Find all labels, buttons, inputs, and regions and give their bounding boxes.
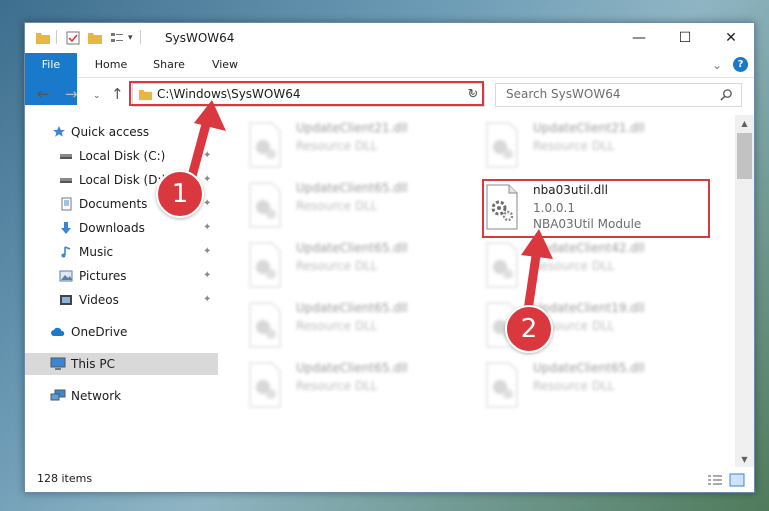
sidebar-item-label: Music [79, 245, 114, 259]
file-name: UpdateClient65.dll [533, 361, 645, 375]
file-name: UpdateClient21.dll [296, 121, 408, 135]
scroll-up-arrow-icon[interactable]: ▲ [735, 119, 754, 128]
tab-view[interactable]: View [201, 53, 249, 77]
vertical-scrollbar[interactable]: ▲ ▼ [735, 115, 754, 467]
details-view-icon[interactable] [707, 473, 723, 487]
sidebar-item-label: Network [71, 389, 122, 403]
file-description: Resource DLL [296, 199, 378, 213]
ribbon-tabs: File Home Share View ⌄ ? [25, 53, 754, 105]
documents-icon [61, 197, 72, 211]
music-icon [61, 246, 71, 258]
close-button[interactable]: ✕ [708, 23, 754, 53]
back-arrow-icon[interactable]: ← [37, 86, 50, 102]
ribbon-collapse-chevron-icon[interactable]: ⌄ [709, 53, 725, 77]
drive-icon [60, 178, 72, 183]
folder-icon [36, 33, 50, 44]
details-view-icon[interactable] [109, 30, 125, 46]
file-description: Resource DLL [296, 319, 378, 333]
sidebar-item-downloads[interactable]: Downloads ✦ [25, 217, 218, 239]
step-1-badge: 1 [156, 170, 204, 218]
properties-icon[interactable] [65, 30, 81, 46]
network-icon [50, 389, 66, 401]
up-arrow-icon[interactable]: ↑ [111, 86, 124, 102]
videos-icon [60, 295, 72, 305]
dll-file-icon [249, 242, 281, 288]
maximize-button[interactable]: ☐ [662, 23, 708, 53]
toolbar-divider [140, 30, 141, 44]
sidebar-item-label: Documents [79, 197, 148, 211]
file-description: Resource DLL [296, 259, 378, 273]
sidebar-item-label: This PC [71, 357, 115, 371]
file-description: Resource DLL [296, 139, 378, 153]
dll-file-icon [249, 302, 281, 348]
list-item[interactable]: UpdateClient65.dll Resource DLL [246, 359, 476, 411]
search-placeholder: Search SysWOW64 [506, 87, 621, 101]
new-folder-icon[interactable] [87, 30, 103, 46]
sidebar-item-label: Downloads [79, 221, 145, 235]
sidebar-item-label: Quick access [71, 125, 150, 139]
sidebar-item-this-pc[interactable]: This PC [25, 353, 218, 375]
pin-icon: ✦ [203, 222, 212, 233]
list-item[interactable]: UpdateClient65.dll Resource DLL [246, 299, 476, 351]
search-input[interactable]: Search SysWOW64 [495, 83, 742, 107]
file-name: UpdateClient65.dll [296, 181, 408, 195]
help-icon[interactable]: ? [733, 57, 748, 72]
star-icon [53, 126, 65, 137]
search-icon[interactable] [720, 88, 733, 101]
sidebar-item-label: OneDrive [71, 325, 128, 339]
list-item[interactable]: UpdateClient65.dll Resource DLL [246, 179, 476, 231]
minimize-button[interactable]: — [616, 23, 662, 53]
dll-file-icon [249, 182, 281, 228]
explorer-window: ▾ SysWOW64 — ☐ ✕ File Home Share View ⌄ … [24, 22, 755, 493]
dll-file-icon [249, 362, 281, 408]
scroll-thumb[interactable] [737, 133, 752, 179]
sidebar-item-label: Videos [79, 293, 119, 307]
file-name: UpdateClient65.dll [296, 361, 408, 375]
dll-file-icon [486, 362, 518, 408]
drive-icon [60, 154, 72, 159]
list-item[interactable]: UpdateClient65.dll Resource DLL [246, 239, 476, 291]
sidebar-item-onedrive[interactable]: OneDrive [25, 321, 218, 343]
file-name: UpdateClient65.dll [296, 241, 408, 255]
step-2-badge: 2 [505, 305, 553, 353]
list-item[interactable]: UpdateClient21.dll Resource DLL [483, 119, 713, 171]
address-row: ← → ⌄ ↑ C:\Windows\SysWOW64 ⌄ ↻ Search S… [25, 78, 754, 112]
pin-icon: ✦ [203, 246, 212, 257]
sidebar-item-label: Pictures [79, 269, 127, 283]
file-description: Resource DLL [533, 379, 615, 393]
tab-home[interactable]: Home [87, 53, 135, 77]
file-name: UpdateClient21.dll [533, 121, 645, 135]
tab-share[interactable]: Share [145, 53, 193, 77]
pictures-icon [59, 270, 73, 282]
computer-icon [50, 357, 66, 370]
download-icon [61, 222, 71, 234]
window-title: SysWOW64 [165, 31, 235, 45]
list-item[interactable]: UpdateClient21.dll Resource DLL [246, 119, 476, 171]
status-bar: 128 items [25, 468, 754, 492]
sidebar-item-pictures[interactable]: Pictures ✦ [25, 265, 218, 287]
customize-toolbar-chevron-icon[interactable]: ▾ [128, 30, 133, 46]
pin-icon: ✦ [203, 294, 212, 305]
pin-icon: ✦ [203, 270, 212, 281]
scroll-down-arrow-icon[interactable]: ▼ [735, 455, 754, 464]
file-description: Resource DLL [533, 139, 615, 153]
forward-arrow-icon[interactable]: → [65, 86, 78, 102]
sidebar-item-music[interactable]: Music ✦ [25, 241, 218, 263]
dll-file-icon [249, 122, 281, 168]
sidebar-item-videos[interactable]: Videos ✦ [25, 289, 218, 311]
sidebar-item-network[interactable]: Network [25, 385, 218, 407]
dll-file-icon [486, 122, 518, 168]
file-name: UpdateClient65.dll [296, 301, 408, 315]
recent-locations-chevron-icon[interactable]: ⌄ [93, 88, 101, 104]
cloud-icon [51, 327, 65, 336]
file-list: UpdateClient21.dll Resource DLL UpdateCl… [220, 115, 735, 465]
toolbar-divider [56, 30, 57, 44]
item-count: 128 items [37, 472, 93, 485]
large-icons-view-icon[interactable] [729, 473, 745, 487]
title-bar: ▾ SysWOW64 — ☐ ✕ [25, 23, 754, 53]
file-description: Resource DLL [296, 379, 378, 393]
list-item[interactable]: UpdateClient65.dll Resource DLL [483, 359, 713, 411]
